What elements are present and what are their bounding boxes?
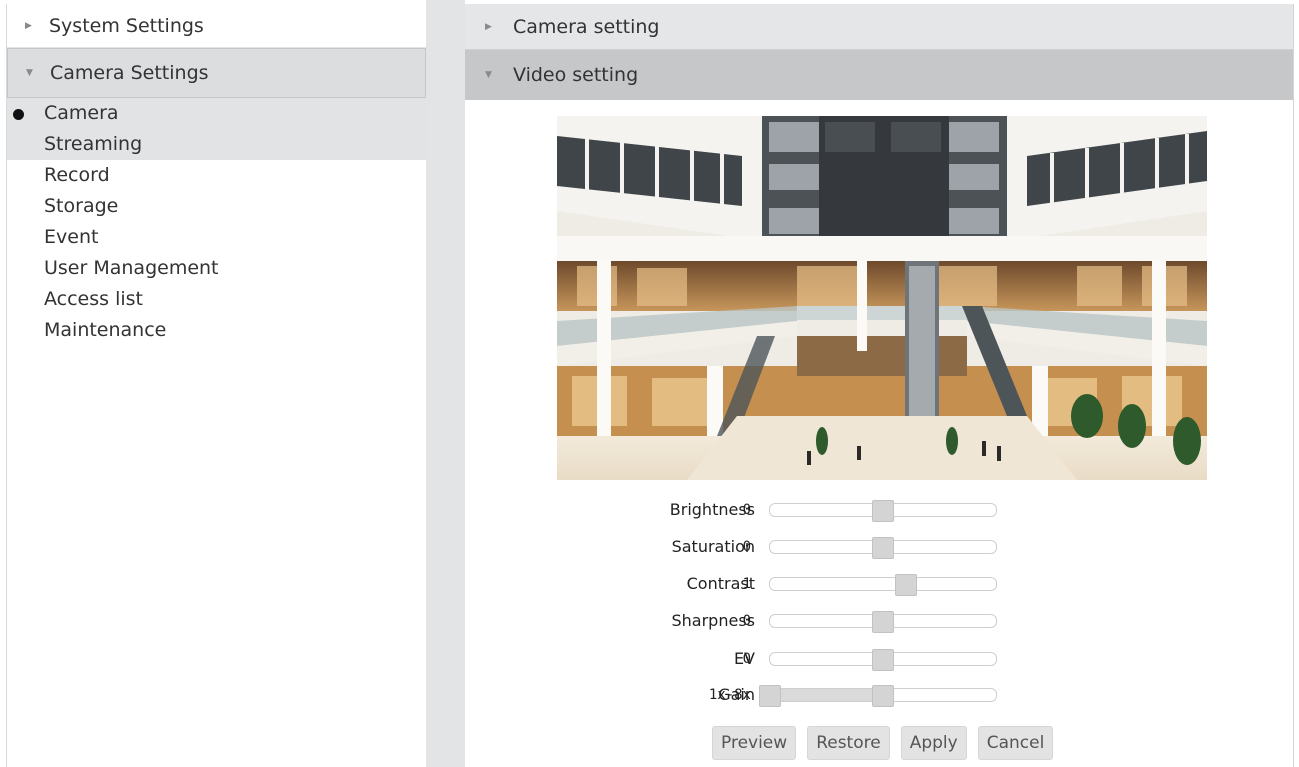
sidebar-item-maintenance[interactable]: Maintenance: [7, 315, 426, 346]
sidebar-item-label: Maintenance: [44, 319, 167, 341]
gain-max-handle[interactable]: [872, 685, 894, 707]
ev-value: 0: [742, 651, 751, 667]
brightness-slider-handle[interactable]: [872, 500, 894, 522]
preview-button[interactable]: Preview: [712, 726, 797, 760]
panel-divider: [426, 0, 465, 767]
contrast-control: Contrast 1: [557, 572, 1017, 596]
camera-settings-submenu: Camera Streaming Record Storage Event Us…: [7, 98, 426, 346]
brightness-control: Brightness 0: [557, 498, 1017, 522]
camera-setting-label: Camera setting: [513, 15, 660, 38]
sharpness-value: 0: [742, 613, 751, 629]
sidebar-item-camera[interactable]: Camera: [7, 98, 426, 129]
restore-button[interactable]: Restore: [807, 726, 890, 760]
caret-right-icon: ▶: [25, 20, 32, 31]
caret-down-icon: ▼: [26, 68, 33, 78]
sidebar-item-streaming[interactable]: Streaming: [7, 129, 426, 160]
ev-control: EV 0: [557, 647, 1017, 671]
sidebar-item-user-management[interactable]: User Management: [7, 253, 426, 284]
camera-settings-label: Camera Settings: [50, 62, 209, 84]
sidebar-item-label: User Management: [44, 257, 219, 279]
gain-value: 1x-8x: [708, 687, 751, 703]
sidebar-item-label: Event: [44, 226, 99, 248]
ev-slider-handle[interactable]: [872, 649, 894, 671]
contrast-value: 1: [742, 576, 751, 592]
sidebar-item-label: Storage: [44, 195, 119, 217]
settings-sidebar: ▶ System Settings ▼ Camera Settings Came…: [6, 4, 426, 767]
saturation-slider-handle[interactable]: [872, 537, 894, 559]
gain-control: Gain 1x-8x: [557, 683, 1017, 707]
gain-range-fill: [770, 689, 883, 701]
system-settings-header[interactable]: ▶ System Settings: [7, 4, 426, 48]
camera-panel: ▶ Camera setting ▼ Video setting Brightn…: [465, 4, 1294, 767]
video-setting-header[interactable]: ▼ Video setting: [465, 50, 1293, 100]
gain-range-slider[interactable]: [759, 685, 997, 707]
contrast-slider[interactable]: [769, 574, 997, 596]
video-setting-label: Video setting: [513, 64, 639, 86]
camera-settings-header[interactable]: ▼ Camera Settings: [7, 48, 426, 98]
camera-setting-header[interactable]: ▶ Camera setting: [465, 4, 1293, 50]
ev-slider[interactable]: [769, 649, 997, 671]
sidebar-item-label: Camera: [44, 102, 119, 124]
sharpness-slider[interactable]: [769, 611, 997, 633]
cancel-button[interactable]: Cancel: [977, 726, 1054, 760]
sharpness-control: Sharpness 0: [557, 609, 1017, 633]
system-settings-label: System Settings: [49, 14, 204, 37]
caret-right-icon: ▶: [485, 21, 492, 32]
action-buttons: Preview Restore Apply Cancel: [712, 726, 1054, 760]
saturation-control: Saturation 0: [557, 535, 1017, 559]
caret-down-icon: ▼: [485, 70, 492, 80]
sidebar-item-storage[interactable]: Storage: [7, 191, 426, 222]
sidebar-item-event[interactable]: Event: [7, 222, 426, 253]
apply-button[interactable]: Apply: [900, 726, 967, 760]
sidebar-item-record[interactable]: Record: [7, 160, 426, 191]
mall-atrium-image: [557, 116, 1207, 480]
sidebar-item-access-list[interactable]: Access list: [7, 284, 426, 315]
sidebar-item-label: Record: [44, 164, 110, 186]
sidebar-item-label: Access list: [44, 288, 143, 310]
brightness-slider[interactable]: [769, 500, 997, 522]
sidebar-item-label: Streaming: [44, 133, 143, 155]
sharpness-slider-handle[interactable]: [872, 611, 894, 633]
contrast-slider-handle[interactable]: [894, 574, 917, 596]
video-preview: [557, 116, 1207, 480]
gain-min-handle[interactable]: [759, 685, 781, 707]
bullet-icon: [13, 109, 24, 120]
saturation-value: 0: [742, 539, 751, 555]
brightness-value: 0: [742, 502, 751, 518]
saturation-slider[interactable]: [769, 537, 997, 559]
